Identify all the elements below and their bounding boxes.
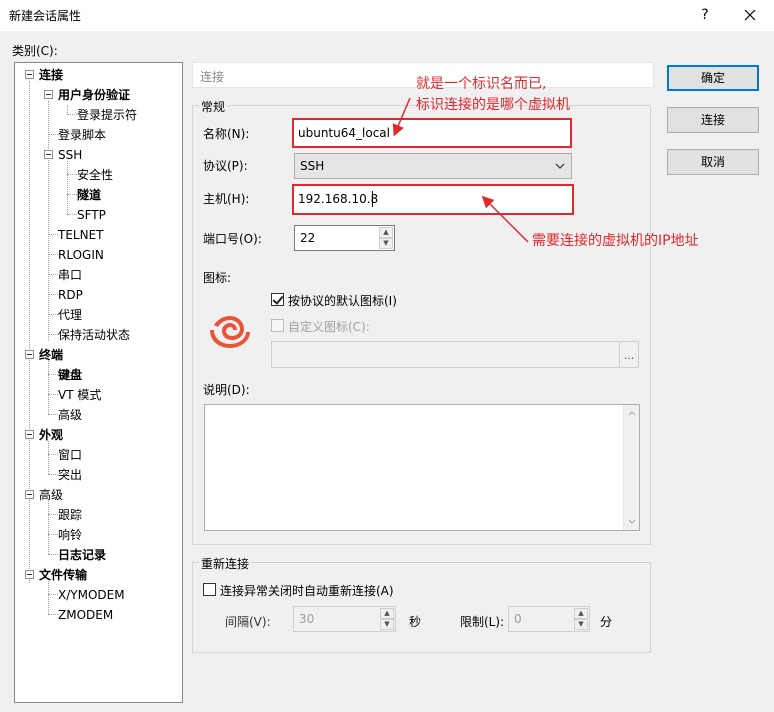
cancel-button[interactable]: 取消 xyxy=(667,149,759,175)
limit-unit: 分 xyxy=(600,615,613,629)
collapse-icon[interactable] xyxy=(44,150,53,159)
tree-item-ssh[interactable]: SSH xyxy=(58,146,82,164)
protocol-select[interactable]: SSH xyxy=(294,153,572,179)
spin-up-icon[interactable]: ▲ xyxy=(379,227,393,238)
collapse-icon[interactable] xyxy=(25,350,34,359)
tree-item-login-script[interactable]: 登录脚本 xyxy=(58,126,106,144)
interval-spinner[interactable]: ▲ ▼ xyxy=(380,608,394,630)
protocol-select-value: SSH xyxy=(300,159,325,173)
host-input-value: 192.168.10.8 xyxy=(298,192,379,206)
tree-item-authentication[interactable]: 用户身份验证 xyxy=(58,86,130,104)
collapse-icon[interactable] xyxy=(44,90,53,99)
collapse-icon[interactable] xyxy=(25,570,34,579)
category-label: 类别(C): xyxy=(12,44,58,58)
annotation-name-line2: 标识连接的是哪个虚拟机 xyxy=(416,97,570,113)
close-button[interactable] xyxy=(736,2,764,28)
host-input[interactable]: 192.168.10.8 xyxy=(292,184,574,215)
interval-unit: 秒 xyxy=(409,615,422,629)
limit-label: 限制(L): xyxy=(460,615,505,629)
spin-up-icon[interactable]: ▲ xyxy=(574,608,588,619)
port-input-value: 22 xyxy=(300,231,316,245)
description-label: 说明(D): xyxy=(203,383,250,397)
interval-input[interactable]: 30 ▲ ▼ xyxy=(293,606,396,632)
tree-item-keyboard[interactable]: 键盘 xyxy=(58,366,82,384)
session-logo-icon xyxy=(206,312,252,350)
tree-item-advanced[interactable]: 高级 xyxy=(39,486,63,504)
port-spinner[interactable]: ▲ ▼ xyxy=(379,227,393,249)
tree-item-sftp[interactable]: SFTP xyxy=(77,206,106,224)
port-label: 端口号(O): xyxy=(203,232,262,246)
spin-down-icon[interactable]: ▼ xyxy=(380,619,394,630)
spin-down-icon[interactable]: ▼ xyxy=(574,619,588,630)
default-icon-checkbox[interactable] xyxy=(271,293,284,306)
host-label: 主机(H): xyxy=(203,192,250,206)
description-textarea[interactable] xyxy=(204,404,640,531)
auto-reconnect-checkbox[interactable] xyxy=(203,583,216,596)
scroll-up-icon[interactable] xyxy=(628,411,636,416)
tree-item-proxy[interactable]: 代理 xyxy=(58,306,82,324)
tree-item-security[interactable]: 安全性 xyxy=(77,166,113,184)
scroll-down-icon[interactable] xyxy=(628,519,636,524)
section-header-title: 连接 xyxy=(200,70,225,84)
tree-item-vt-modes[interactable]: VT 模式 xyxy=(58,386,101,404)
category-tree[interactable]: 连接 用户身份验证 登录提示符 登录脚本 SSH 安全性 隧道 SFTP TEL… xyxy=(14,62,183,703)
custom-icon-label: 自定义图标(C): xyxy=(288,320,370,334)
title-bar xyxy=(0,0,774,31)
limit-input-value: 0 xyxy=(514,612,522,626)
tree-item-telnet[interactable]: TELNET xyxy=(58,226,104,244)
tree-item-bell[interactable]: 响铃 xyxy=(58,526,82,544)
help-button[interactable]: ? xyxy=(690,2,720,28)
tree-item-login-prompts[interactable]: 登录提示符 xyxy=(77,106,137,124)
tree-item-xymodem[interactable]: X/YMODEM xyxy=(58,586,125,604)
limit-spinner[interactable]: ▲ ▼ xyxy=(574,608,588,630)
tree-item-serial[interactable]: 串口 xyxy=(58,266,82,284)
default-icon-label: 按协议的默认图标(I) xyxy=(288,294,397,308)
tree-item-trace[interactable]: 跟踪 xyxy=(58,506,82,524)
interval-input-value: 30 xyxy=(299,612,315,626)
tree-item-terminal[interactable]: 终端 xyxy=(39,346,63,364)
browse-button[interactable]: ... xyxy=(619,342,638,367)
chevron-down-icon xyxy=(555,163,565,169)
window-title: 新建会话属性 xyxy=(9,9,82,23)
tree-item-zmodem[interactable]: ZMODEM xyxy=(58,606,113,624)
collapse-icon[interactable] xyxy=(25,430,34,439)
tree-item-tunneling[interactable]: 隧道 xyxy=(77,186,101,204)
tree-item-rlogin[interactable]: RLOGIN xyxy=(58,246,104,264)
interval-label: 间隔(V): xyxy=(225,615,271,629)
reconnect-group-title: 重新连接 xyxy=(199,555,252,572)
tree-item-terminal-advanced[interactable]: 高级 xyxy=(58,406,82,424)
ok-button[interactable]: 确定 xyxy=(667,65,759,91)
name-label: 名称(N): xyxy=(203,127,250,141)
collapse-icon[interactable] xyxy=(25,70,34,79)
tree-item-file-transfer[interactable]: 文件传输 xyxy=(39,566,87,584)
custom-icon-checkbox[interactable] xyxy=(271,319,284,332)
tree-item-appearance[interactable]: 外观 xyxy=(39,426,63,444)
custom-icon-path-input[interactable] xyxy=(271,341,639,368)
name-input[interactable]: ubuntu64_local xyxy=(292,118,572,148)
name-input-value: ubuntu64_local xyxy=(298,126,390,140)
port-input[interactable]: 22 ▲ ▼ xyxy=(294,225,395,251)
collapse-icon[interactable] xyxy=(25,490,34,499)
text-cursor xyxy=(372,191,373,207)
tree-item-keep-alive[interactable]: 保持活动状态 xyxy=(58,326,130,344)
limit-input[interactable]: 0 ▲ ▼ xyxy=(508,606,590,632)
tree-item-connection[interactable]: 连接 xyxy=(39,66,63,84)
tree-item-highlight[interactable]: 突出 xyxy=(58,466,82,484)
tree-item-rdp[interactable]: RDP xyxy=(58,286,83,304)
tree-item-logging[interactable]: 日志记录 xyxy=(58,546,106,564)
connect-button[interactable]: 连接 xyxy=(667,107,759,133)
icon-label: 图标: xyxy=(203,271,232,285)
protocol-label: 协议(P): xyxy=(203,159,248,173)
spin-down-icon[interactable]: ▼ xyxy=(379,238,393,249)
description-scrollbar[interactable] xyxy=(623,405,639,530)
close-icon xyxy=(744,9,756,21)
tree-item-window[interactable]: 窗口 xyxy=(58,446,82,464)
annotation-host: 需要连接的虚拟机的IP地址 xyxy=(532,233,699,249)
spin-up-icon[interactable]: ▲ xyxy=(380,608,394,619)
annotation-name-line1: 就是一个标识名而已, xyxy=(416,76,547,92)
auto-reconnect-label: 连接异常关闭时自动重新连接(A) xyxy=(220,584,394,598)
general-group-title: 常规 xyxy=(199,98,228,115)
